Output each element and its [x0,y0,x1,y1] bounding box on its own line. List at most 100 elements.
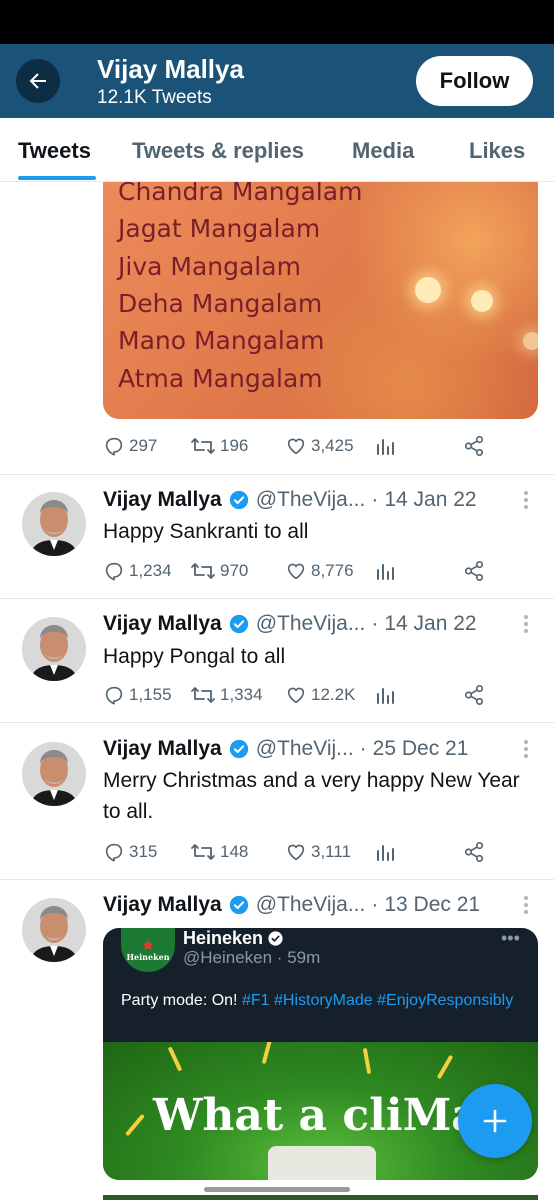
more-vertical-icon [524,896,528,914]
bokeh-light [415,277,441,303]
author-handle[interactable]: @TheVija... [256,488,366,512]
author-handle[interactable]: @TheVij... [256,737,354,761]
tweet-image[interactable]: Chandra Mangalam Jagat Mangalam Jiva Man… [103,182,538,419]
tab-media[interactable]: Media [352,138,414,164]
author-handle[interactable]: @TheVija... [256,612,366,636]
quote-author-name[interactable]: Heineken [183,928,284,949]
analytics-button[interactable] [375,556,399,586]
analytics-button[interactable] [375,837,399,867]
like-count: 3,425 [311,436,354,455]
author-name[interactable]: Vijay Mallya [103,612,222,636]
author-name[interactable]: Vijay Mallya [103,488,222,512]
profile-tabs: Tweets Tweets & replies Media Likes [0,118,554,182]
tab-tweets-replies[interactable]: Tweets & replies [132,138,304,164]
analytics-button[interactable] [375,431,399,461]
share-button[interactable] [463,556,489,586]
retweet-icon [191,687,215,703]
avatar-image [22,492,86,556]
tweet-actions: 1,155 1,334 12.2K [103,680,503,710]
tweet-text: Happy Sankranti to all [103,520,309,543]
share-button[interactable] [463,431,489,461]
retweet-button[interactable]: 970 [190,556,248,586]
tweet-actions: 297 196 3,425 [103,431,503,461]
tab-likes[interactable]: Likes [469,138,525,164]
share-button[interactable] [463,680,489,710]
profile-header: Vijay Mallya 12.1K Tweets Follow [0,44,554,118]
like-button[interactable]: 3,111 [285,837,351,867]
like-count: 12.2K [311,685,356,704]
author-handle[interactable]: @TheVija... [256,893,366,917]
like-button[interactable]: 3,425 [285,431,354,461]
hashtag-link[interactable]: #F1 [242,992,270,1009]
author-name[interactable]: Vijay Mallya [103,893,222,917]
reply-button[interactable]: 315 [103,837,157,867]
back-button[interactable] [16,59,60,103]
verified-badge-icon [268,931,283,946]
image-text-line: Chandra Mangalam [118,182,363,206]
avatar[interactable] [22,617,86,681]
tweet-divider [0,722,554,723]
home-indicator[interactable] [204,1187,350,1192]
retweet-count: 148 [220,842,249,861]
tweet-date[interactable]: 14 Jan 22 [384,612,476,636]
reply-count: 1,234 [129,561,172,580]
heart-icon [287,438,305,455]
avatar-image [22,617,86,681]
reply-button[interactable]: 297 [103,431,157,461]
verified-badge-icon [229,739,248,759]
confetti-spark [362,1047,372,1075]
follow-button[interactable]: Follow [416,56,533,106]
retweet-button[interactable]: 1,334 [190,680,263,710]
image-text-line: Mano Mangalam [118,326,325,355]
verified-badge [228,489,250,511]
tweet-count: 12.1K Tweets [97,87,212,108]
retweet-button[interactable]: 148 [190,837,248,867]
hashtag-link[interactable]: #HistoryMade [274,992,373,1009]
tweet-text: Merry Christmas and a very happy New Yea… [103,769,520,823]
bokeh-light [471,290,493,312]
tweet-header: Vijay Mallya @TheVija... · 14 Jan 22 [103,610,477,638]
reply-button[interactable]: 1,234 [103,556,172,586]
separator-dot: · [371,488,379,511]
reply-count: 1,155 [129,685,172,704]
tweet-date[interactable]: 13 Dec 21 [384,893,480,917]
logo-text: Heineken [126,952,170,962]
tweet-header: Vijay Mallya @TheVija... · 14 Jan 22 [103,486,477,514]
more-options-button[interactable] [518,486,534,514]
verified-badge [228,613,250,635]
tweet-header: Vijay Mallya @TheVija... · 13 Dec 21 [103,891,480,919]
more-options-button[interactable] [518,610,534,638]
more-options-button[interactable] [518,891,534,919]
retweet-button[interactable]: 196 [190,431,248,461]
verified-badge [228,894,250,916]
next-media-preview [103,1195,538,1200]
quote-text-body: Party mode: On! [121,992,238,1009]
author-name[interactable]: Vijay Mallya [103,737,222,761]
avatar-image [22,742,86,806]
reply-button[interactable]: 1,155 [103,680,172,710]
confetti-spark [261,1042,273,1065]
tweet-date[interactable]: 14 Jan 22 [384,488,476,512]
more-options-button[interactable] [518,735,534,763]
bar-chart-icon [377,564,394,580]
avatar[interactable] [22,742,86,806]
avatar[interactable] [22,898,86,962]
quote-author-handle[interactable]: @Heineken · 59m [183,948,320,968]
quote-more-button[interactable]: ••• [501,928,520,949]
tab-tweets[interactable]: Tweets [18,138,91,164]
tweet-date[interactable]: 25 Dec 21 [373,737,469,761]
like-button[interactable]: 8,776 [285,556,354,586]
image-text-line: Jiva Mangalam [118,252,301,281]
hashtag-link[interactable]: #EnjoyResponsibly [377,992,513,1009]
share-button[interactable] [463,837,489,867]
bokeh-light [523,332,538,350]
share-icon [464,436,484,456]
analytics-button[interactable] [375,680,399,710]
retweet-icon [191,563,215,579]
share-icon [464,842,484,862]
plus-icon [483,1109,507,1133]
compose-tweet-button[interactable] [458,1084,532,1158]
verified-badge-icon [229,895,248,915]
like-button[interactable]: 12.2K [285,680,355,710]
avatar[interactable] [22,492,86,556]
